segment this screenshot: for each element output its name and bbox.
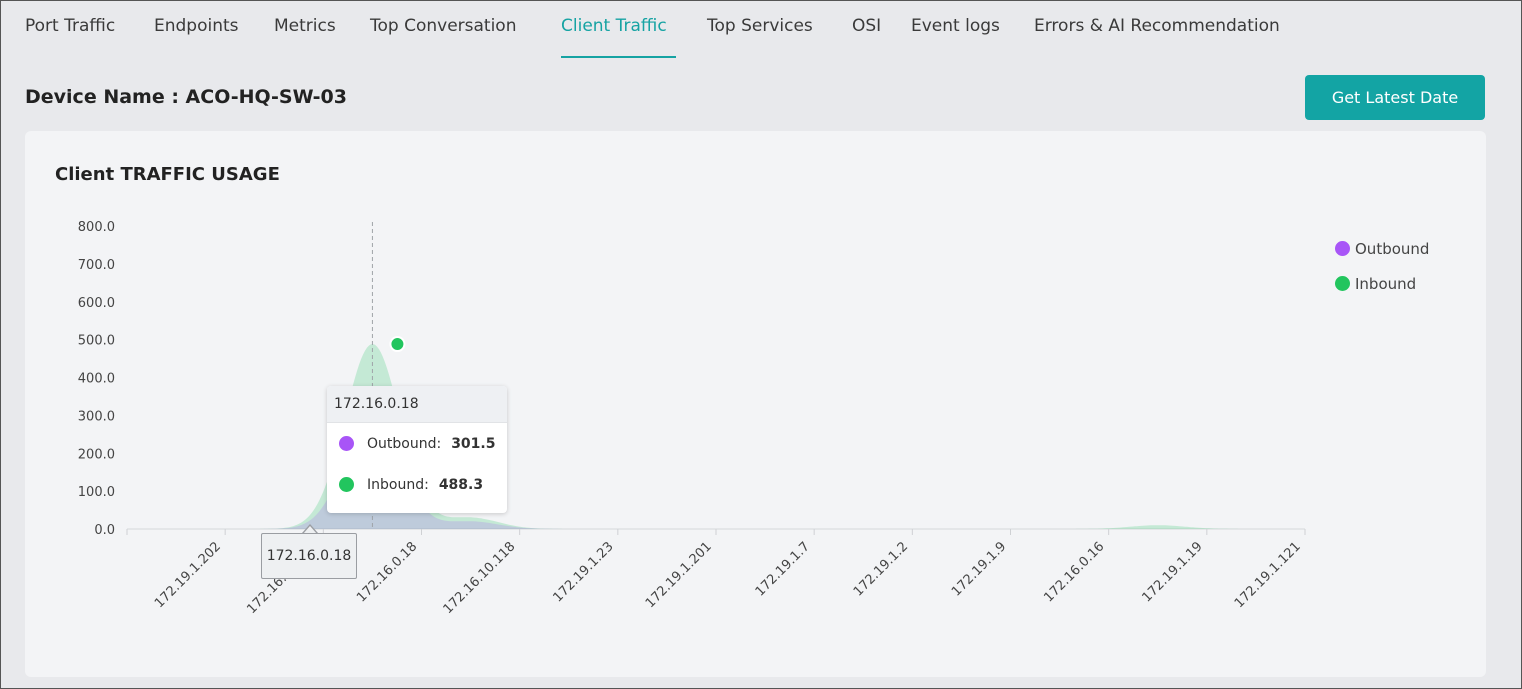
x-tick-label: 172.19.1.2 bbox=[851, 539, 911, 599]
x-tick-label: 172.16.0.16 bbox=[1041, 539, 1107, 605]
x-tick-label: 172.19.1.202 bbox=[152, 539, 224, 611]
legend-label-outbound: Outbound bbox=[1355, 239, 1430, 258]
tooltip-label-outbound: Outbound: bbox=[367, 435, 442, 452]
area-inbound bbox=[127, 344, 1305, 529]
tab-top-services[interactable]: Top Services bbox=[707, 16, 813, 56]
y-tick-label: 300.0 bbox=[78, 409, 115, 424]
get-latest-date-button[interactable]: Get Latest Date bbox=[1305, 75, 1485, 120]
y-tick-label: 700.0 bbox=[78, 258, 115, 273]
tooltip-dot-inbound bbox=[339, 477, 354, 492]
y-tick-label: 600.0 bbox=[78, 296, 115, 311]
y-tick-label: 100.0 bbox=[78, 485, 115, 500]
x-tick-label: 172.19.1.9 bbox=[949, 539, 1009, 599]
tooltip-row-inbound: Inbound: 488.3 bbox=[327, 464, 507, 505]
y-tick-label: 400.0 bbox=[78, 372, 115, 387]
device-name-title: Device Name : ACO-HQ-SW-03 bbox=[25, 86, 347, 108]
area-outbound bbox=[127, 414, 1305, 529]
tab-metrics[interactable]: Metrics bbox=[274, 16, 336, 56]
tooltip-value-outbound: 301.5 bbox=[451, 435, 496, 452]
chart-tooltip: 172.16.0.18 Outbound: 301.5 Inbound: 488… bbox=[327, 386, 507, 513]
client-traffic-chart: 800.0 700.0 600.0 500.0 400.0 300.0 200.0 100.0… bbox=[78, 220, 1306, 617]
client-traffic-card: Client TRAFFIC USAGE 800.0 700.0 600.0 500.… bbox=[25, 131, 1486, 677]
x-tick-label: 172.16.0.18 bbox=[354, 539, 420, 605]
tooltip-row-outbound: Outbound: 301.5 bbox=[327, 423, 507, 464]
chart-legend: Outbound Inbound bbox=[1335, 231, 1429, 301]
x-tick-label: 172.19.1.23 bbox=[550, 539, 616, 605]
tooltip-dot-outbound bbox=[339, 436, 354, 451]
tab-errors-ai-recommendation[interactable]: Errors & AI Recommendation bbox=[1034, 16, 1280, 56]
legend-item-outbound[interactable]: Outbound bbox=[1335, 231, 1429, 266]
point-inbound-highlight bbox=[389, 336, 406, 353]
x-tick-label: 172.19.1.201 bbox=[643, 539, 715, 611]
legend-item-inbound[interactable]: Inbound bbox=[1335, 266, 1429, 301]
tab-endpoints[interactable]: Endpoints bbox=[154, 16, 239, 56]
x-tick-label: 172.16.10.118 bbox=[441, 539, 519, 617]
x-tick-label: 172.19.1.19 bbox=[1139, 539, 1205, 605]
x-axis-flag: 172.16.0.18 bbox=[261, 533, 357, 579]
legend-dot-inbound bbox=[1335, 276, 1350, 291]
tab-bar: Port Traffic Endpoints Metrics Top Conve… bbox=[1, 1, 1521, 59]
tab-port-traffic[interactable]: Port Traffic bbox=[25, 16, 115, 56]
legend-dot-outbound bbox=[1335, 241, 1350, 256]
y-tick-label: 500.0 bbox=[78, 334, 115, 349]
x-tick-label: 172.19.1.7 bbox=[753, 539, 813, 599]
y-tick-label: 0.0 bbox=[94, 523, 115, 538]
tab-top-conversation[interactable]: Top Conversation bbox=[370, 16, 516, 56]
tab-event-logs[interactable]: Event logs bbox=[911, 16, 1000, 56]
tooltip-value-inbound: 488.3 bbox=[438, 476, 484, 493]
tab-client-traffic[interactable]: Client Traffic bbox=[561, 16, 676, 58]
y-tick-label: 200.0 bbox=[78, 447, 115, 462]
x-tick-label: 172.19.1.121 bbox=[1232, 539, 1304, 611]
legend-label-inbound: Inbound bbox=[1355, 274, 1417, 293]
tooltip-header: 172.16.0.18 bbox=[327, 386, 507, 423]
tab-osi[interactable]: OSI bbox=[852, 16, 881, 56]
tooltip-label-inbound: Inbound: bbox=[367, 476, 429, 493]
y-tick-label: 800.0 bbox=[78, 220, 115, 235]
